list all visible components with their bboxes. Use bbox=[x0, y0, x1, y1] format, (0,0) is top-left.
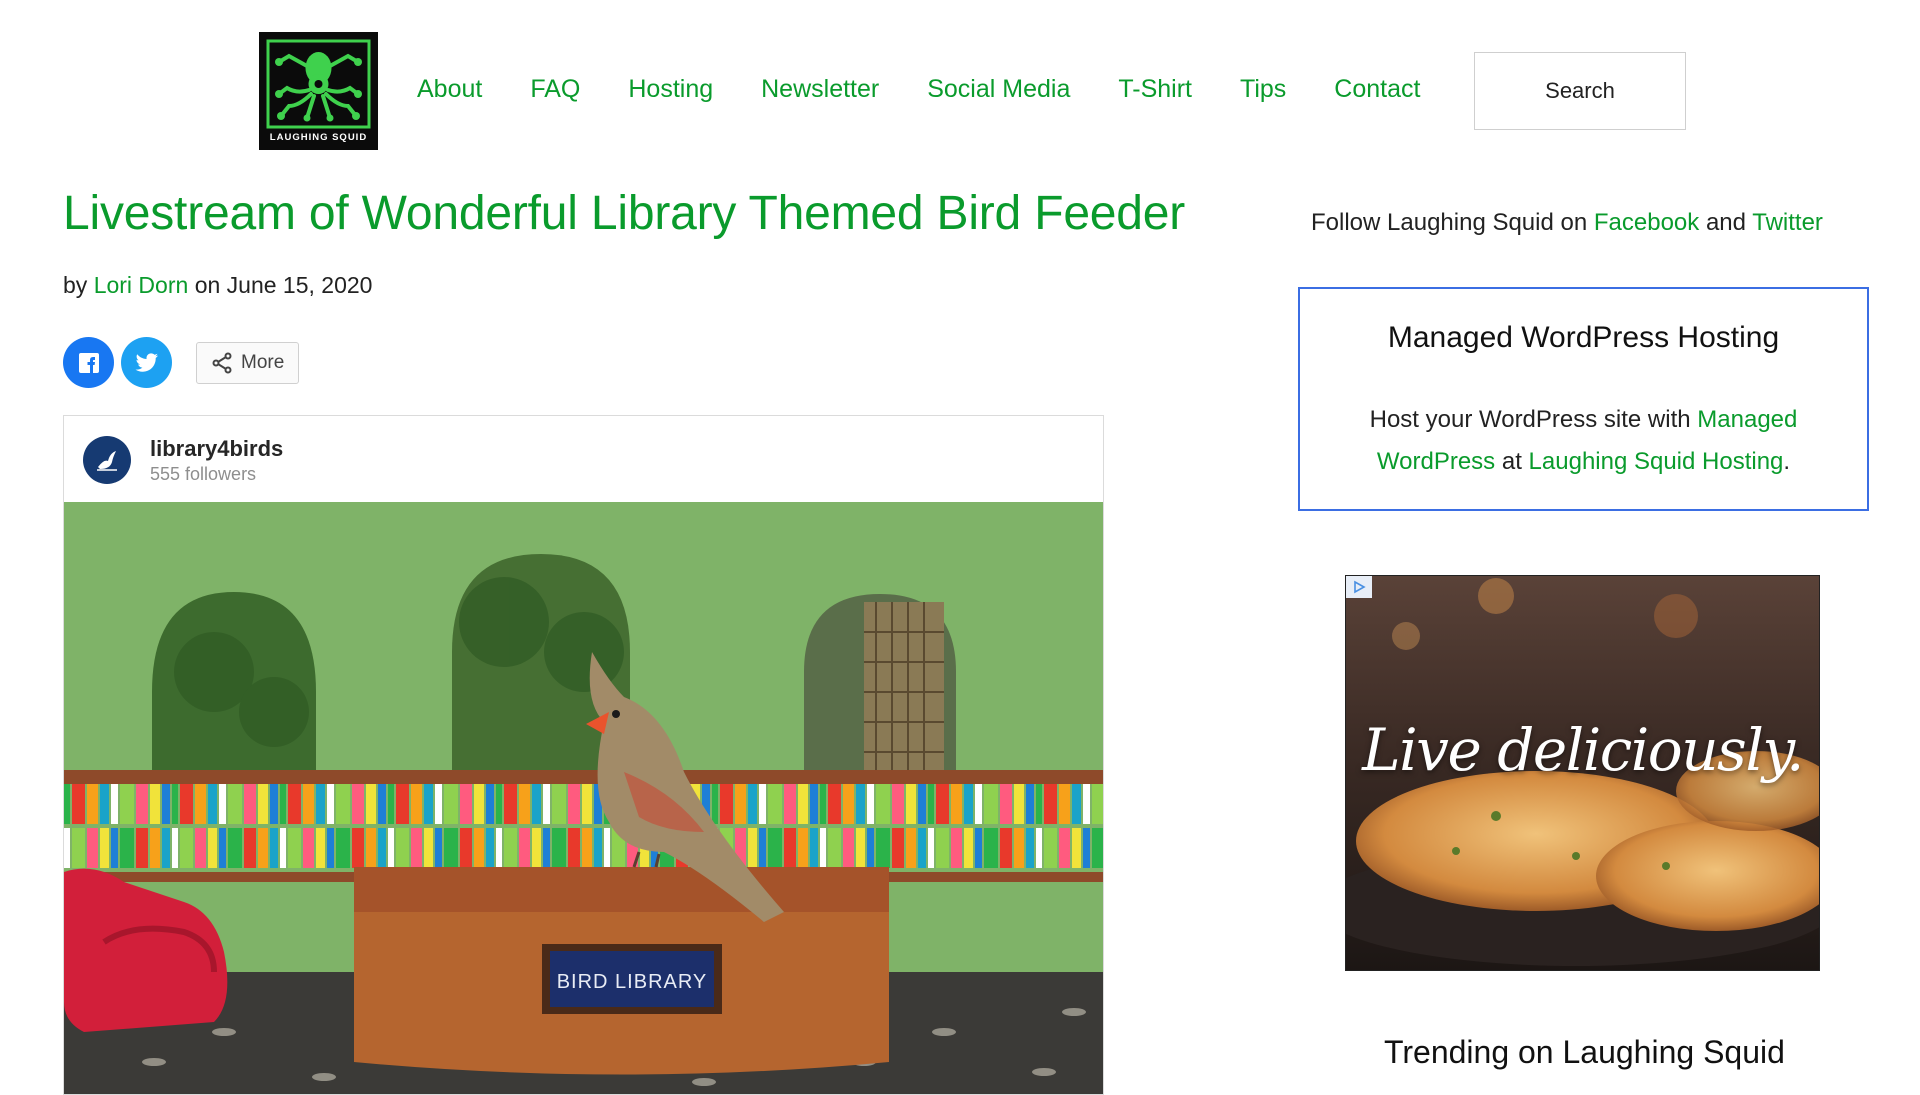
hosting-text-at: at bbox=[1501, 448, 1522, 475]
more-label: More bbox=[241, 351, 285, 373]
nav-tips[interactable]: Tips bbox=[1240, 75, 1286, 104]
nav-faq[interactable]: FAQ bbox=[530, 75, 580, 104]
twitter-icon bbox=[135, 352, 158, 372]
nav-social-media[interactable]: Social Media bbox=[927, 75, 1070, 104]
share-bar: More bbox=[63, 337, 300, 388]
laughing-squid-logo[interactable]: LAUGHING SQUID bbox=[259, 32, 378, 150]
follow-prefix: Follow Laughing Squid on bbox=[1311, 209, 1588, 236]
laughing-squid-hosting-link[interactable]: Laughing Squid Hosting bbox=[1529, 448, 1784, 475]
nav-hosting[interactable]: Hosting bbox=[628, 75, 713, 104]
byline-date: on June 15, 2020 bbox=[194, 272, 373, 298]
embed-header: library4birds 555 followers bbox=[64, 416, 1103, 503]
facebook-icon bbox=[78, 352, 99, 373]
advertisement[interactable]: Live deliciously. bbox=[1345, 575, 1820, 971]
hosting-text-end: . bbox=[1783, 448, 1791, 475]
bird-logo-icon bbox=[97, 451, 117, 471]
adchoices-icon[interactable] bbox=[1346, 576, 1372, 598]
embed-followers: 555 followers bbox=[150, 464, 257, 484]
byline-by: by bbox=[63, 272, 88, 298]
ad-headline: Live deliciously. bbox=[1362, 716, 1804, 784]
bird-library-sign: BIRD LIBRARY bbox=[557, 971, 708, 993]
play-triangle-icon bbox=[1354, 580, 1366, 594]
trending-heading: Trending on Laughing Squid bbox=[1384, 1034, 1785, 1070]
follow-line: Follow Laughing Squid on Facebook and Tw… bbox=[1311, 209, 1823, 237]
byline: by Lori Dorn on June 15, 2020 bbox=[63, 272, 372, 299]
logo-text: LAUGHING SQUID bbox=[269, 132, 368, 143]
nav-about[interactable]: About bbox=[417, 75, 482, 104]
facebook-link[interactable]: Facebook bbox=[1594, 209, 1699, 236]
instagram-embed[interactable]: library4birds 555 followers BIRD LIBRARY bbox=[63, 415, 1104, 1095]
main-nav: About FAQ Hosting Newsletter Social Medi… bbox=[417, 75, 1420, 104]
nav-t-shirt[interactable]: T-Shirt bbox=[1118, 75, 1192, 104]
more-share-button[interactable]: More bbox=[196, 341, 300, 384]
search-label: Search bbox=[1545, 78, 1615, 103]
search-button[interactable]: Search bbox=[1474, 52, 1686, 130]
share-icon bbox=[212, 352, 232, 373]
article-title: Livestream of Wonderful Library Themed B… bbox=[63, 187, 1186, 240]
bird-feeder-photo[interactable]: BIRD LIBRARY bbox=[64, 502, 1104, 1095]
facebook-share-button[interactable] bbox=[63, 337, 114, 388]
nav-newsletter[interactable]: Newsletter bbox=[761, 75, 879, 104]
follow-and: and bbox=[1705, 209, 1746, 236]
hosting-title: Managed WordPress Hosting bbox=[1387, 321, 1780, 354]
embed-username[interactable]: library4birds bbox=[150, 436, 283, 462]
author-link[interactable]: Lori Dorn bbox=[94, 272, 189, 298]
hosting-text-prefix: Host your WordPress site with bbox=[1369, 406, 1691, 433]
hosting-text: Host your WordPress site with Managed Wo… bbox=[1340, 399, 1827, 483]
profile-avatar[interactable] bbox=[83, 436, 131, 484]
hosting-widget: Managed WordPress Hosting Host your Word… bbox=[1298, 287, 1869, 511]
twitter-link[interactable]: Twitter bbox=[1752, 209, 1823, 236]
twitter-share-button[interactable] bbox=[121, 337, 172, 388]
nav-contact[interactable]: Contact bbox=[1334, 75, 1420, 104]
